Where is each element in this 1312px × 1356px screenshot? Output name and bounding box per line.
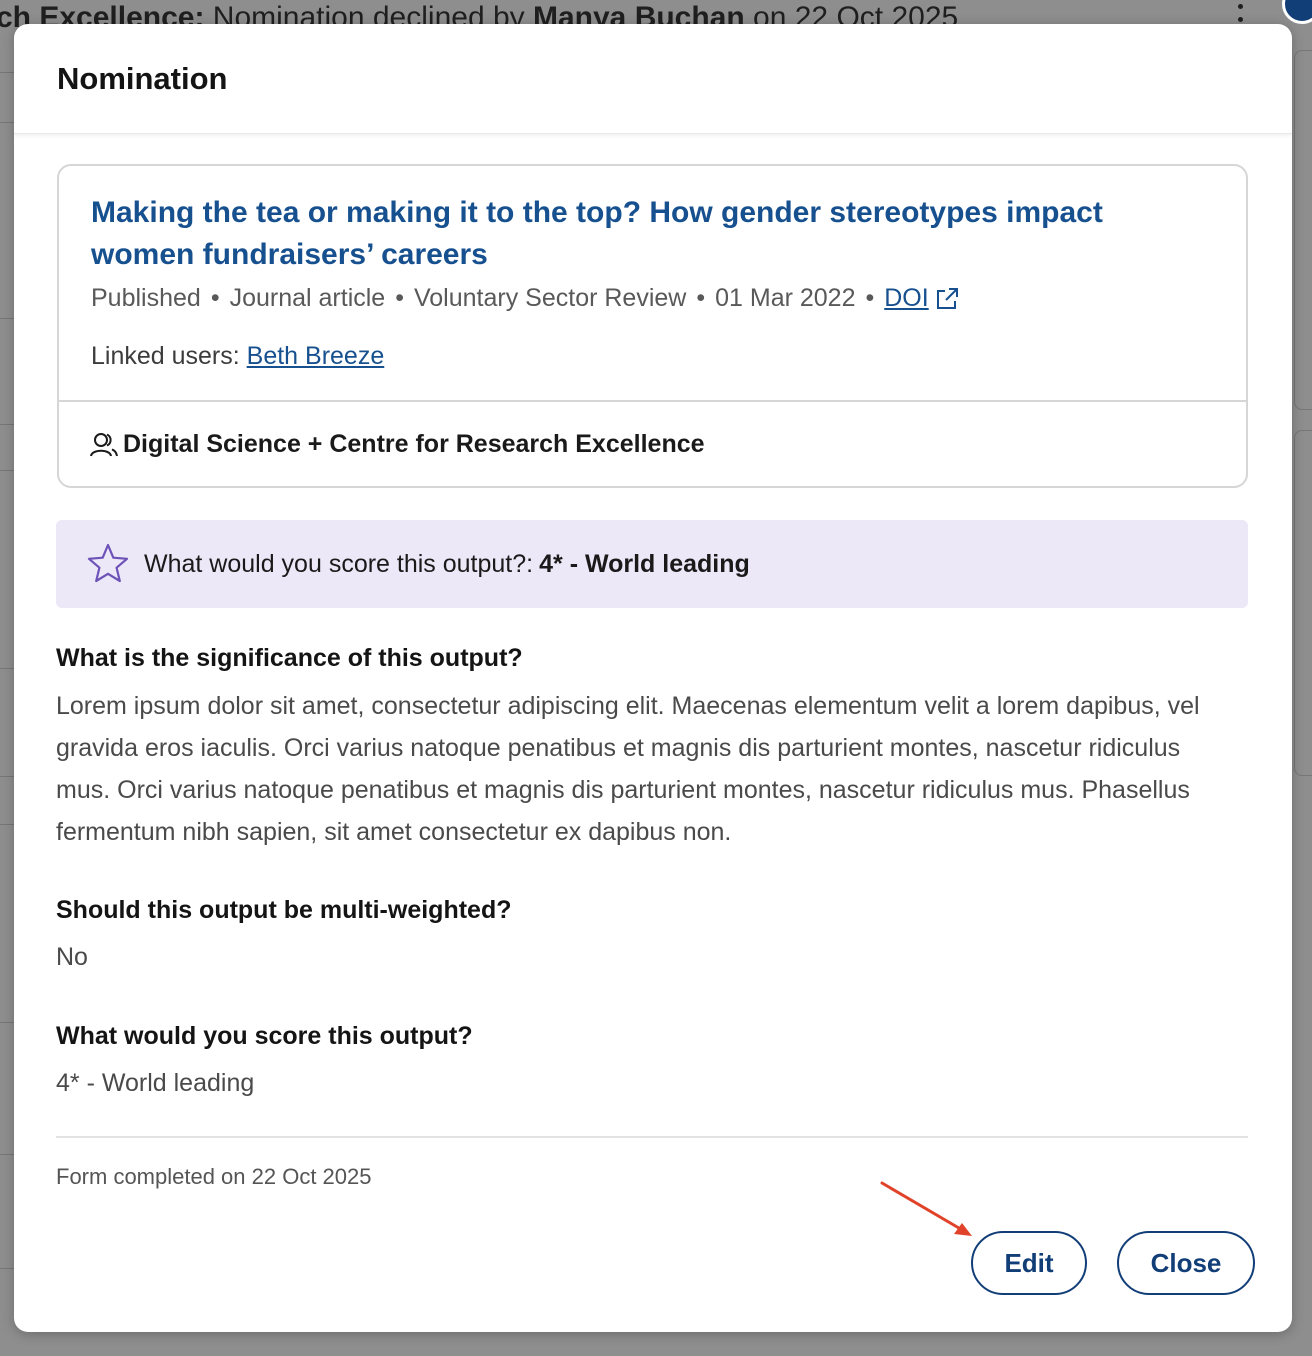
linked-user-link[interactable]: Beth Breeze [247,342,385,370]
nomination-modal: Nomination Making the tea or making it t… [14,24,1292,1332]
edit-button[interactable]: Edit [971,1231,1087,1295]
meta-separator: • [865,284,875,312]
question-label: What is the significance of this output? [56,644,523,672]
annotation-arrow-icon [880,1181,972,1236]
modal-header: Nomination [14,24,1292,134]
external-link-icon[interactable] [933,285,961,313]
meta-separator: • [395,284,404,312]
background-divider [0,318,14,319]
question-label: Should this output be multi-weighted? [56,896,512,924]
background-card [1294,430,1312,776]
background-divider [0,122,14,123]
star-icon [87,543,129,583]
users-icon [90,432,118,456]
background-divider [0,470,14,471]
question-answer: No [56,943,88,971]
output-type: Journal article [229,284,386,312]
card-divider [59,400,1246,402]
linked-users-label: Linked users: [91,342,240,370]
background-divider [0,1154,14,1155]
score-question: What would you score this output?: [144,549,534,578]
question-answer: Lorem ipsum dolor sit amet, consectetur … [56,692,1200,846]
background-divider [0,668,14,669]
completed-text: Form completed on 22 Oct 2025 [56,1164,372,1189]
output-date: 01 Mar 2022 [715,284,856,312]
background-card [1294,50,1312,410]
output-status: Published [91,284,201,312]
output-meta: Published • Journal article • Voluntary … [91,284,961,313]
background-divider [0,776,14,777]
question-answer: 4* - World leading [56,1069,255,1097]
close-button[interactable]: Close [1117,1231,1255,1295]
footer-divider [56,1136,1248,1138]
linked-users: Linked users: Beth Breeze [91,342,384,371]
background-avatar [1282,0,1312,24]
team-name: Digital Science + Centre for Research Ex… [123,430,705,458]
score-value: 4* - World leading [539,549,750,578]
background-divider [0,1268,14,1269]
background-divider [0,424,14,425]
output-card: Making the tea or making it to the top? … [57,164,1248,488]
doi-link[interactable]: DOI [884,284,928,313]
background-divider [0,824,14,825]
meta-separator: • [210,284,220,312]
meta-separator: • [696,284,706,312]
output-title[interactable]: Making the tea or making it to the top? … [91,192,1191,276]
background-divider [0,72,14,73]
modal-title: Nomination [57,60,228,96]
team-row: Digital Science + Centre for Research Ex… [89,430,705,459]
score-banner: What would you score this output?: 4* - … [56,520,1248,608]
question-label: What would you score this output? [56,1022,473,1050]
output-journal: Voluntary Sector Review [413,284,687,312]
background-divider [0,1022,14,1023]
